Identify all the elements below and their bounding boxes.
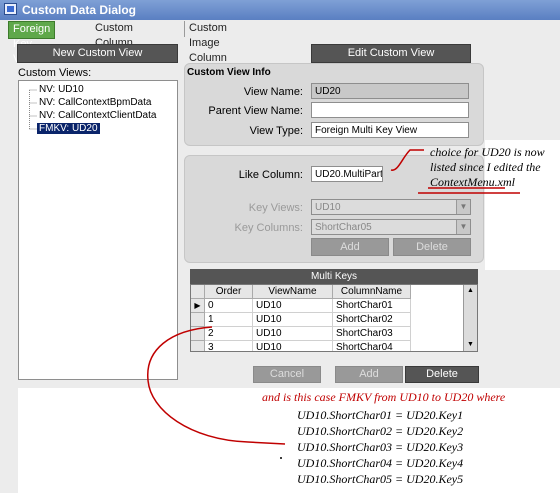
annotation-strokes [147, 149, 520, 459]
annotation-underline [418, 187, 520, 194]
annotation-arrow [390, 149, 424, 171]
annotation-curve [147, 326, 286, 445]
annotation-dot [280, 457, 282, 459]
